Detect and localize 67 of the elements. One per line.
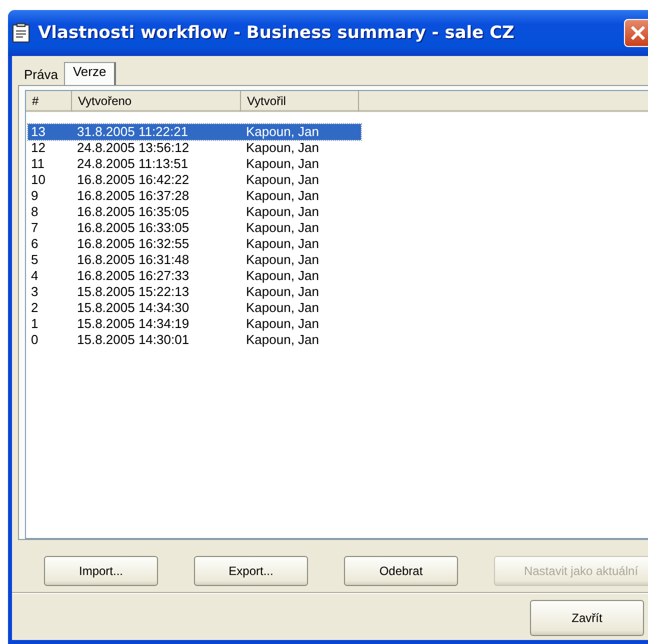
table-cell-text: 15.8.2005 15:22:13 — [76, 284, 190, 300]
tab[interactable]: Verze — [64, 62, 116, 85]
table-cell-text: 16.8.2005 16:27:33 — [76, 268, 190, 284]
table-cell-text: 8 — [30, 204, 40, 220]
table-cell-text: Kapoun, Jan — [245, 316, 320, 332]
table-cell-text: 13 — [30, 124, 46, 140]
table-cell-text: Kapoun, Jan — [245, 252, 320, 268]
table-row[interactable]: 9 16.8.2005 16:37:28 Kapoun, Jan — [28, 188, 361, 204]
column-header[interactable]: Vytvořeno — [72, 91, 241, 112]
clipboard-icon — [12, 23, 30, 43]
table-cell-text: 16.8.2005 16:37:28 — [76, 188, 190, 204]
table-cell-text: 15.8.2005 14:34:30 — [76, 300, 190, 316]
table-row[interactable]: 4 16.8.2005 16:27:33 Kapoun, Jan — [28, 268, 361, 284]
table-cell-text: 10 — [30, 172, 46, 188]
action-button[interactable]: Import... — [44, 556, 158, 586]
table-cell-text: Kapoun, Jan — [245, 300, 320, 316]
action-button[interactable]: Odebrat — [344, 556, 458, 586]
window-title: Vlastnosti workflow - Business summary - sale CZ — [38, 23, 516, 43]
table-row[interactable]: 1 15.8.2005 14:34:19 Kapoun, Jan — [28, 316, 361, 332]
table-cell-text: 5 — [30, 252, 40, 268]
table-row[interactable]: 8 16.8.2005 16:35:05 Kapoun, Jan — [28, 204, 361, 220]
table-cell-text: 6 — [30, 236, 40, 252]
table-row[interactable]: 12 24.8.2005 13:56:12 Kapoun, Jan — [28, 140, 361, 156]
table-row[interactable]: 5 16.8.2005 16:31:48 Kapoun, Jan — [28, 252, 361, 268]
table-row[interactable]: 0 15.8.2005 14:30:01 Kapoun, Jan — [28, 332, 361, 348]
table-cell-text: Kapoun, Jan — [245, 268, 320, 284]
table-cell-text: Kapoun, Jan — [245, 124, 320, 140]
table-cell-text: Kapoun, Jan — [245, 140, 320, 156]
table-cell-text: 24.8.2005 11:13:51 — [76, 156, 190, 172]
table-cell-text: 31.8.2005 11:22:21 — [76, 124, 190, 140]
table-cell-text: Kapoun, Jan — [245, 172, 320, 188]
table-cell-text: 9 — [30, 188, 40, 204]
table-cell-text: Kapoun, Jan — [245, 188, 320, 204]
table-cell-text: Kapoun, Jan — [245, 204, 320, 220]
table-cell-text: 2 — [30, 300, 40, 316]
table-cell-text: 16.8.2005 16:33:05 — [76, 220, 190, 236]
table-cell-text: 16.8.2005 16:31:48 — [76, 252, 190, 268]
table-cell-text: 16.8.2005 16:42:22 — [76, 172, 190, 188]
close-icon[interactable] — [624, 19, 648, 47]
table-cell-text: 7 — [30, 220, 40, 236]
table-row[interactable]: 7 16.8.2005 16:33:05 Kapoun, Jan — [28, 220, 361, 236]
table-row[interactable]: 2 15.8.2005 14:34:30 Kapoun, Jan — [28, 300, 361, 316]
table-cell-text: 12 — [30, 140, 46, 156]
table-cell-text: 0 — [30, 332, 40, 348]
table-cell-text: Kapoun, Jan — [245, 220, 320, 236]
table-cell-text: 4 — [30, 268, 40, 284]
table-cell-text: 3 — [30, 284, 40, 300]
selected-row[interactable]: 13 31.8.2005 11:22:21 Kapoun, Jan — [28, 124, 361, 140]
table-row[interactable]: 10 16.8.2005 16:42:22 Kapoun, Jan — [28, 172, 361, 188]
table-cell-text: 24.8.2005 13:56:12 — [76, 140, 190, 156]
table-row[interactable]: 3 15.8.2005 15:22:13 Kapoun, Jan — [28, 284, 361, 300]
table-cell-text: 11 — [30, 156, 46, 172]
table-cell-text: 15.8.2005 14:30:01 — [76, 332, 190, 348]
table-cell-text: 16.8.2005 16:32:55 — [76, 236, 190, 252]
table-cell-text: Kapoun, Jan — [245, 284, 320, 300]
table-cell-text: Kapoun, Jan — [245, 332, 320, 348]
table-cell-text: 16.8.2005 16:35:05 — [76, 204, 190, 220]
table-cell-text: 15.8.2005 14:34:19 — [76, 316, 190, 332]
table-row[interactable]: 6 16.8.2005 16:32:55 Kapoun, Jan — [28, 236, 361, 252]
column-header[interactable]: # — [26, 91, 72, 112]
table-cell-text: 1 — [30, 316, 40, 332]
table-cell-text: Kapoun, Jan — [245, 156, 320, 172]
table-cell-text: Kapoun, Jan — [245, 236, 320, 252]
table-row[interactable]: 11 24.8.2005 11:13:51 Kapoun, Jan — [28, 156, 361, 172]
action-button[interactable]: Export... — [194, 556, 308, 586]
close-button[interactable]: Zavřít — [530, 600, 644, 636]
column-header[interactable]: Vytvořil — [241, 91, 359, 112]
